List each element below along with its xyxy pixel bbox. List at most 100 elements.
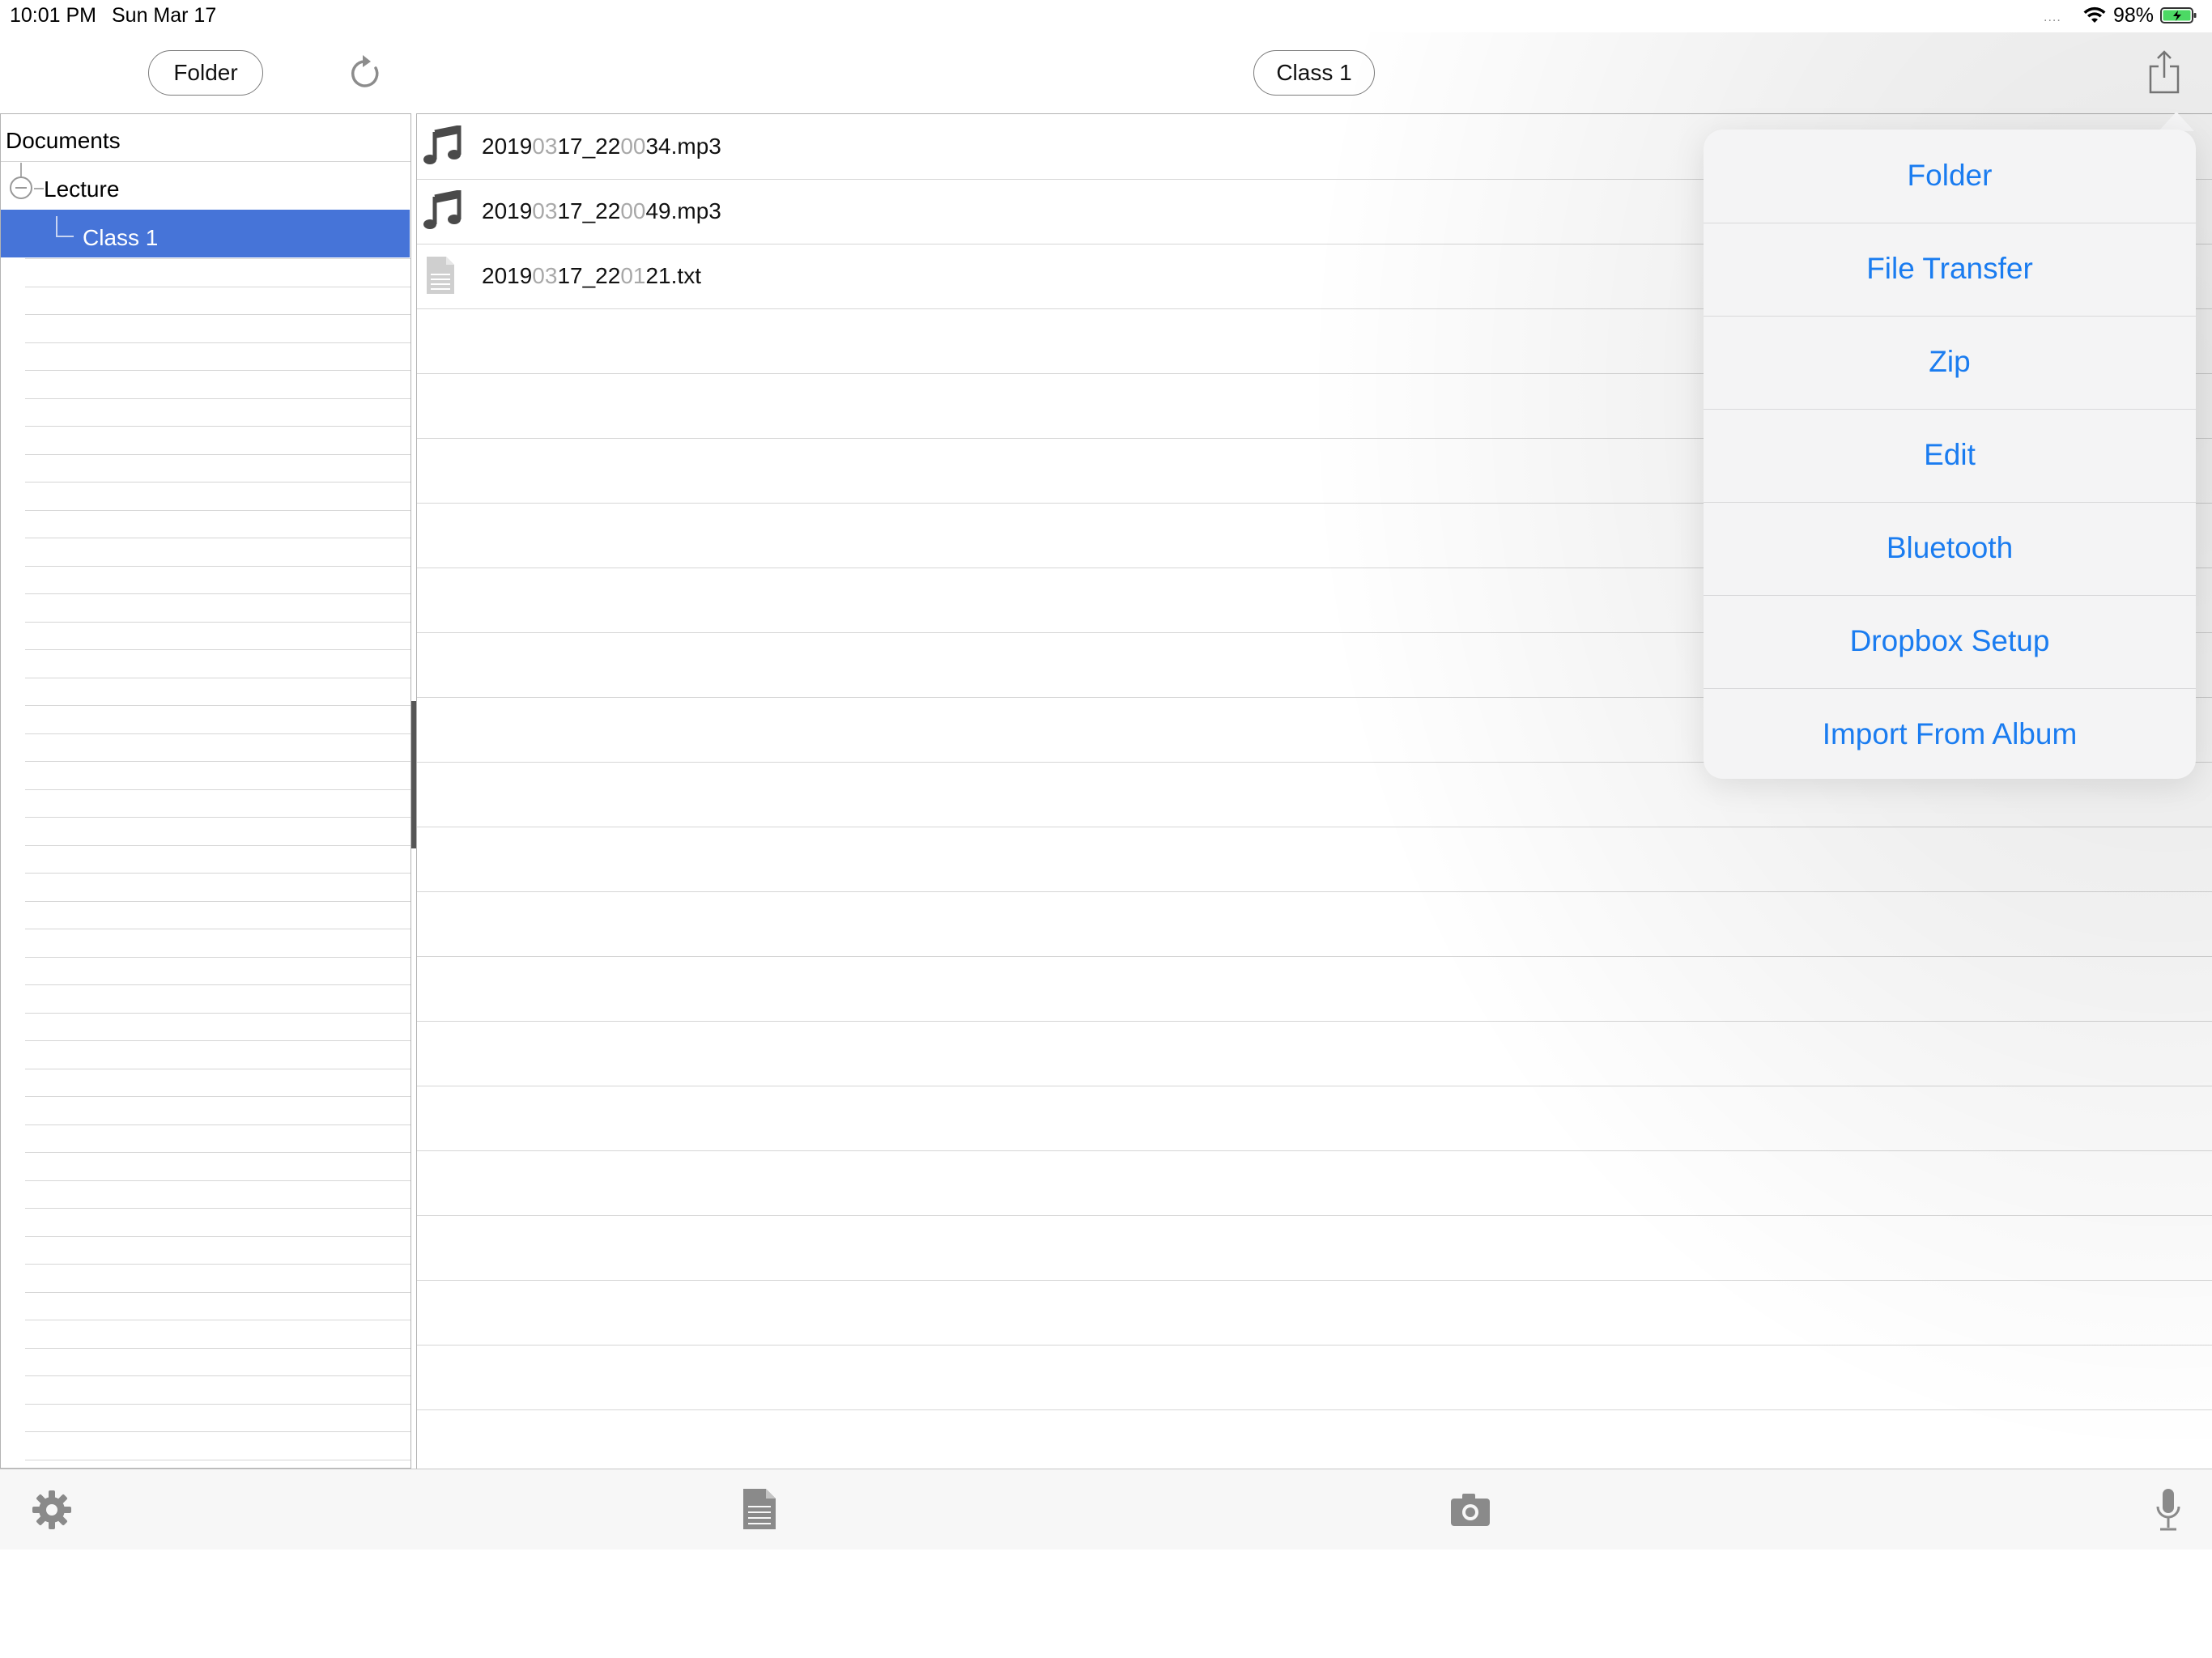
file-name-part: 34.mp3 <box>645 134 721 159</box>
tree-row-separator <box>25 873 410 874</box>
file-name-part: 03 <box>532 263 558 288</box>
folder-tree-pane: Documents Lecture Class 1 <box>0 113 411 1469</box>
status-date: Sun Mar 17 <box>112 4 217 27</box>
tree-row-separator <box>25 1375 410 1376</box>
tree-row-separator <box>25 622 410 623</box>
folder-button[interactable]: Folder <box>148 50 263 96</box>
menu-item-folder[interactable]: Folder <box>1704 130 2196 222</box>
file-name-part: 01 <box>620 263 646 288</box>
file-row-separator <box>417 1150 2212 1151</box>
tree-row-separator <box>25 510 410 511</box>
tree-row-separator <box>25 649 410 650</box>
text-document-icon <box>427 257 454 294</box>
tree-row-separator <box>25 817 410 818</box>
tree-row-separator <box>25 593 410 594</box>
tree-connector <box>34 188 44 189</box>
tree-row-separator <box>25 761 410 762</box>
popover-arrow <box>2159 112 2194 131</box>
tree-row-separator <box>25 1264 410 1265</box>
file-name-part: 2019 <box>482 198 533 223</box>
tree-row-separator <box>25 1152 410 1153</box>
tree-row-separator <box>25 398 410 399</box>
file-name-part: 00 <box>620 134 646 159</box>
battery-percent: 98% <box>2113 4 2155 27</box>
tree-row-separator <box>25 1236 410 1237</box>
bottom-toolbar <box>0 1469 2212 1550</box>
file-row-separator <box>417 891 2212 892</box>
file-row-separator <box>417 956 2212 957</box>
refresh-icon[interactable] <box>347 53 384 92</box>
share-menu-popover: Folder File Transfer Zip Edit Bluetooth Dropb… <box>1704 130 2196 779</box>
tree-row-separator <box>25 1124 410 1125</box>
current-folder-button[interactable]: Class 1 <box>1253 50 1375 96</box>
microphone-icon[interactable] <box>2155 1487 2181 1533</box>
tree-row-separator <box>25 1096 410 1097</box>
file-row[interactable]: 20190317_220034.mp3 <box>417 114 1631 179</box>
tree-row-separator <box>25 314 410 315</box>
tree-row-separator <box>25 845 410 846</box>
music-note-icon <box>423 190 462 229</box>
cellular-dots: .... <box>2044 11 2061 24</box>
tree-row-separator <box>25 566 410 567</box>
menu-item-edit[interactable]: Edit <box>1704 409 2196 501</box>
file-row[interactable]: 20190317_220049.mp3 <box>417 179 1631 244</box>
file-name-part: 17_22 <box>557 263 621 288</box>
wifi-icon <box>2083 6 2106 23</box>
file-name-part: 49.mp3 <box>645 198 721 223</box>
menu-item-import-from-album[interactable]: Import From Album <box>1704 688 2196 780</box>
document-icon[interactable] <box>742 1487 777 1531</box>
file-row[interactable]: 20190317_220121.txt <box>417 244 1631 308</box>
file-row-separator <box>417 1215 2212 1216</box>
file-name: 20190317_220034.mp3 <box>482 134 721 159</box>
file-row-separator <box>417 1021 2212 1022</box>
status-bar: 10:01 PM Sun Mar 17 .... 98% <box>0 0 2212 32</box>
tree-item-class-1[interactable] <box>1 210 410 257</box>
file-name-part: 2019 <box>482 263 533 288</box>
music-note-icon <box>423 125 462 164</box>
tree-row-separator <box>25 1208 410 1209</box>
file-row-separator <box>417 1280 2212 1281</box>
menu-item-dropbox-setup[interactable]: Dropbox Setup <box>1704 595 2196 687</box>
tree-row-separator <box>25 370 410 371</box>
tree-row-separator <box>25 1404 410 1405</box>
tree-connector <box>56 236 74 237</box>
file-name-part: 21.txt <box>645 263 701 288</box>
menu-item-zip[interactable]: Zip <box>1704 316 2196 408</box>
status-time: 10:01 PM <box>10 4 97 27</box>
tree-item-documents[interactable]: Documents <box>6 128 121 154</box>
file-name: 20190317_220121.txt <box>482 263 701 289</box>
file-row-separator <box>417 1345 2212 1346</box>
file-name-part: 03 <box>532 134 558 159</box>
tree-row-separator <box>25 901 410 902</box>
tree-row-separator <box>25 957 410 958</box>
tree-row-separator <box>25 1348 410 1349</box>
menu-item-bluetooth[interactable]: Bluetooth <box>1704 502 2196 594</box>
tree-row-separator <box>25 426 410 427</box>
tree-row-separator <box>25 984 410 985</box>
tree-row-separator <box>25 454 410 455</box>
menu-item-file-transfer[interactable]: File Transfer <box>1704 223 2196 315</box>
tree-row-separator <box>1 161 410 162</box>
file-name-part: 2019 <box>482 134 533 159</box>
app-screen: 10:01 PM Sun Mar 17 .... 98% Folder Clas… <box>0 0 2212 1658</box>
tree-row-separator <box>25 342 410 343</box>
tree-row-separator <box>25 733 410 734</box>
file-name-part: 03 <box>532 198 558 223</box>
file-name-part: 17_22 <box>557 198 621 223</box>
tree-row-separator <box>25 1292 410 1293</box>
gear-icon[interactable] <box>31 1489 73 1531</box>
share-icon[interactable] <box>2147 49 2181 96</box>
file-name-part: 17_22 <box>557 134 621 159</box>
tree-row-separator <box>25 705 410 706</box>
tree-item-class-1-label: Class 1 <box>83 225 159 250</box>
file-row-separator <box>417 1409 2212 1410</box>
collapse-icon[interactable] <box>8 175 34 201</box>
camera-icon[interactable] <box>1449 1492 1491 1528</box>
tree-row-separator <box>25 1431 410 1432</box>
tree-row-separator <box>25 482 410 483</box>
tree-connector <box>56 216 57 236</box>
tree-row-separator <box>25 789 410 790</box>
tree-item-lecture[interactable]: Lecture <box>44 176 119 202</box>
tree-row-separator <box>25 1180 410 1181</box>
file-name-part: 00 <box>620 198 646 223</box>
